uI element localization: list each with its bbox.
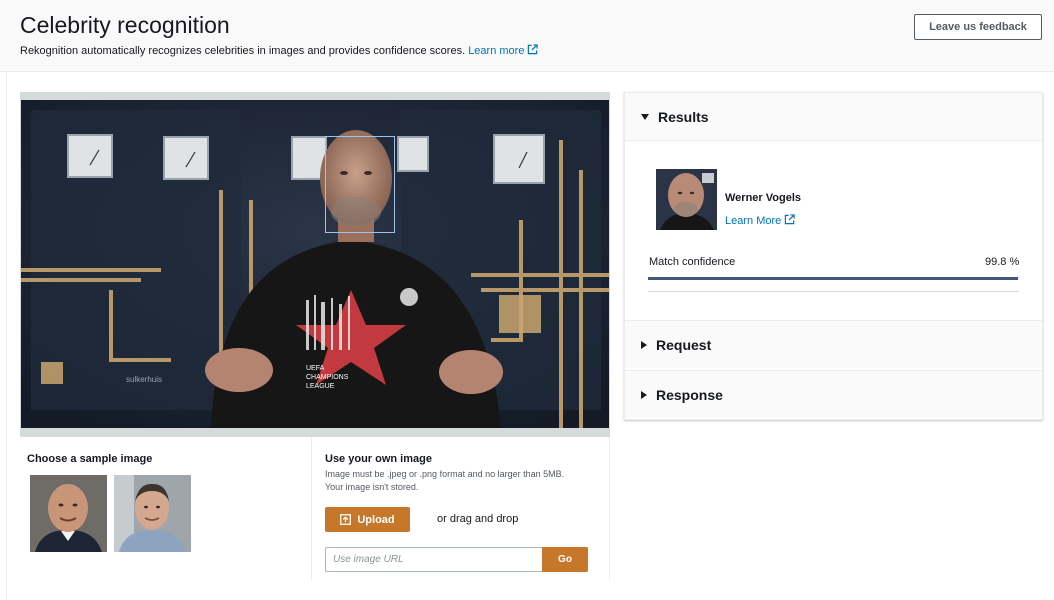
match-confidence-value: 99.8 %	[985, 256, 1020, 268]
external-link-icon	[528, 44, 539, 55]
upload-icon	[340, 514, 352, 525]
wall-sign-text: sulkerhuis	[126, 375, 162, 384]
celebrity-learn-more-label: Learn More	[725, 215, 782, 227]
results-divider	[648, 291, 1019, 292]
sample-image-2[interactable]	[114, 475, 191, 552]
celebrity-face-image	[656, 169, 717, 230]
image-url-input[interactable]	[325, 547, 542, 572]
file-requirements-text: Image must be .jpeg or .png format and n…	[325, 469, 565, 479]
results-title: Results	[658, 108, 709, 125]
confidence-bar-fill	[648, 277, 1019, 280]
panel-right-border	[609, 437, 610, 580]
match-confidence-label: Match confidence	[649, 256, 736, 268]
sample-portrait-1	[30, 475, 107, 552]
response-title: Response	[656, 386, 723, 403]
request-section-toggle[interactable]: Request	[625, 320, 1042, 368]
sample-image-1[interactable]	[30, 475, 107, 552]
confidence-bar	[648, 277, 1019, 280]
external-link-icon	[785, 214, 795, 225]
analyzed-photo: sulkerhuis UEFA CHAMPIONS LEAGUE	[21, 100, 609, 428]
page-subtitle: Rekognition automatically recognizes cel…	[20, 44, 539, 57]
caret-right-icon	[641, 340, 647, 349]
shirt-text-1: UEFA	[306, 365, 325, 372]
request-title: Request	[656, 336, 712, 353]
upload-button[interactable]: Upload	[325, 507, 410, 532]
celebrity-name: Werner Vogels	[725, 192, 802, 204]
sample-portrait-2	[114, 475, 191, 552]
learn-more-link[interactable]: Learn more	[468, 44, 539, 57]
subtitle-text: Rekognition automatically recognizes cel…	[20, 45, 466, 57]
privacy-note-text: Your image isn't stored.	[325, 482, 419, 492]
column-divider	[311, 437, 312, 580]
celebrity-learn-more-link[interactable]: Learn More	[725, 214, 795, 227]
photo-illustration: sulkerhuis UEFA CHAMPIONS LEAGUE	[21, 100, 609, 428]
response-section-toggle[interactable]: Response	[625, 370, 1042, 418]
celebrity-face-thumbnail	[656, 169, 717, 230]
results-section-toggle[interactable]: Results	[625, 93, 1042, 141]
caret-down-icon	[641, 113, 649, 120]
shirt-text-3: LEAGUE	[306, 383, 335, 390]
own-image-description: Image must be .jpeg or .png format and n…	[325, 468, 595, 494]
page-header: Celebrity recognition Rekognition automa…	[0, 0, 1054, 72]
own-image-heading: Use your own image	[325, 453, 432, 465]
leave-feedback-button[interactable]: Leave us feedback	[914, 14, 1042, 40]
drag-drop-hint: or drag and drop	[437, 513, 519, 525]
sample-image-heading: Choose a sample image	[27, 453, 153, 465]
page-title: Celebrity recognition	[20, 12, 230, 38]
go-button[interactable]: Go	[542, 547, 588, 572]
content-left-border	[6, 72, 7, 600]
face-bounding-box	[325, 136, 395, 233]
learn-more-label: Learn more	[468, 45, 525, 57]
caret-right-icon	[641, 390, 647, 399]
shirt-text-2: CHAMPIONS	[306, 374, 349, 381]
upload-button-label: Upload	[357, 513, 395, 526]
